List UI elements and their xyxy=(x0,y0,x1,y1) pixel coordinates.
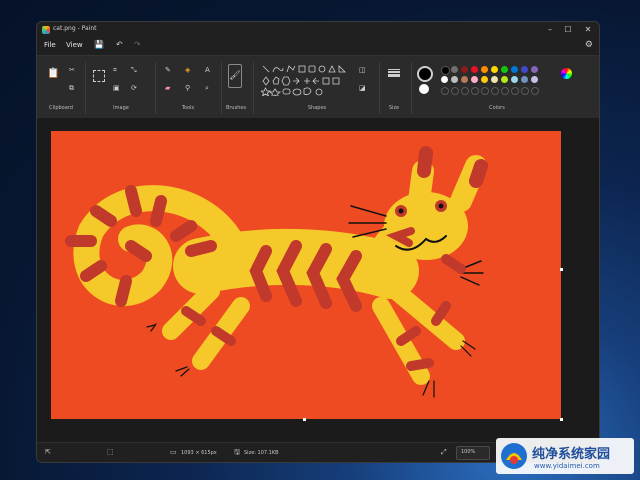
palette-color-swatch[interactable] xyxy=(451,76,458,83)
primary-color-swatch[interactable] xyxy=(417,66,433,82)
custom-color-slot[interactable] xyxy=(451,87,459,95)
ribbon-divider xyxy=(221,62,222,114)
palette-color-swatch[interactable] xyxy=(471,76,478,83)
outline-icon[interactable]: ◫ xyxy=(359,66,366,74)
palette-color-swatch[interactable] xyxy=(481,76,488,83)
palette-color-swatch[interactable] xyxy=(531,76,538,83)
custom-color-slot[interactable] xyxy=(531,87,539,95)
rotate-icon[interactable]: ⟳ xyxy=(131,84,137,92)
window-title: cat.png - Paint xyxy=(53,25,97,32)
palette-color-swatch[interactable] xyxy=(451,66,458,73)
canvas-size-icon: ▭ xyxy=(170,448,177,456)
watermark-url: www.yidaimei.com xyxy=(534,462,600,470)
group-label-image: Image xyxy=(113,105,129,111)
eraser-icon[interactable]: ▰ xyxy=(165,84,170,92)
palette-color-swatch[interactable] xyxy=(501,66,508,73)
copy-icon[interactable]: ⧉ xyxy=(69,84,74,92)
ribbon-divider xyxy=(253,62,254,114)
group-label-tools: Tools xyxy=(181,105,195,111)
minimize-button[interactable]: – xyxy=(540,22,560,38)
color-picker-icon[interactable]: ⚲ xyxy=(185,84,190,92)
custom-color-slot[interactable] xyxy=(511,87,519,95)
edit-colors-icon[interactable] xyxy=(561,68,572,79)
custom-color-slot[interactable] xyxy=(521,87,529,95)
palette-color-swatch[interactable] xyxy=(481,66,488,73)
cut-icon[interactable]: ✂ xyxy=(69,66,75,74)
paste-icon[interactable]: 📋 xyxy=(47,69,59,79)
custom-color-slot[interactable] xyxy=(501,87,509,95)
palette-color-swatch[interactable] xyxy=(471,66,478,73)
custom-color-slot[interactable] xyxy=(481,87,489,95)
menu-bar: File View 💾 ↶ ↷ xyxy=(37,38,599,54)
palette-color-swatch[interactable] xyxy=(441,66,450,75)
brush-icon[interactable]: 🖌 xyxy=(228,64,242,88)
custom-color-slot[interactable] xyxy=(441,87,449,95)
watermark: 纯净系统家园 www.yidaimei.com xyxy=(496,438,634,474)
undo-icon[interactable]: ↶ xyxy=(116,40,123,50)
palette-color-swatch[interactable] xyxy=(491,76,498,83)
cursor-position-icon: ⇱ xyxy=(45,448,51,456)
group-label-clipboard: Clipboard xyxy=(49,105,73,111)
group-label-size: Size xyxy=(388,105,400,111)
selection-size-icon: ⬚ xyxy=(107,448,114,456)
redo-icon[interactable]: ↷ xyxy=(134,40,141,50)
maximize-button[interactable]: ☐ xyxy=(558,22,578,38)
canvas-resize-handle-right[interactable] xyxy=(560,268,563,271)
group-label-brushes: Brushes xyxy=(225,105,247,111)
line-size-icon[interactable] xyxy=(388,68,400,78)
group-label-shapes: Shapes xyxy=(307,105,327,111)
ribbon-divider xyxy=(155,62,156,114)
paint-app-icon xyxy=(42,26,50,34)
shapes-gallery-icon[interactable] xyxy=(261,64,351,96)
ribbon-divider xyxy=(85,62,86,114)
zoom-level: 100% xyxy=(461,449,476,455)
watermark-logo-icon xyxy=(501,443,527,469)
zoom-select[interactable]: 100% xyxy=(456,446,490,460)
custom-color-slot[interactable] xyxy=(491,87,499,95)
palette-color-swatch[interactable] xyxy=(461,76,468,83)
palette-color-swatch[interactable] xyxy=(511,76,518,83)
drawing-canvas[interactable] xyxy=(51,131,561,419)
file-size: Size: 107.1KB xyxy=(244,450,279,456)
palette-color-swatch[interactable] xyxy=(491,66,498,73)
file-size-icon: 🖫 xyxy=(234,448,240,456)
palette-color-swatch[interactable] xyxy=(521,66,528,73)
group-label-colors: Colors xyxy=(489,105,505,111)
fit-to-window-icon[interactable]: ⤢ xyxy=(441,448,447,457)
settings-gear-icon[interactable]: ⚙ xyxy=(585,40,593,50)
canvas-dimensions: 1093 × 615px xyxy=(181,450,217,456)
close-button[interactable]: ✕ xyxy=(578,22,598,38)
canvas-resize-handle-corner[interactable] xyxy=(560,418,563,421)
menu-view[interactable]: View xyxy=(66,41,83,49)
select-icon[interactable] xyxy=(93,70,105,82)
ribbon-divider xyxy=(379,62,380,114)
image-resize-icon[interactable]: ▣ xyxy=(113,84,120,92)
pencil-icon[interactable]: ✎ xyxy=(165,66,171,74)
palette-color-swatch[interactable] xyxy=(521,76,528,83)
text-icon[interactable]: A xyxy=(205,66,210,74)
palette-color-swatch[interactable] xyxy=(441,76,448,83)
canvas-resize-handle-bottom[interactable] xyxy=(303,418,306,421)
cat-illustration xyxy=(65,146,488,398)
title-bar: cat.png - Paint – ☐ ✕ xyxy=(37,22,599,38)
ribbon-divider xyxy=(411,62,412,114)
paint-window: cat.png - Paint – ☐ ✕ File View 💾 ↶ ↷ ⚙ … xyxy=(36,21,600,463)
resize-icon[interactable]: ⤡ xyxy=(131,66,137,74)
palette-color-swatch[interactable] xyxy=(531,66,538,73)
palette-color-swatch[interactable] xyxy=(501,76,508,83)
palette-color-swatch[interactable] xyxy=(461,66,468,73)
save-icon[interactable]: 💾 xyxy=(94,40,104,50)
secondary-color-swatch[interactable] xyxy=(419,84,429,94)
crop-icon[interactable]: ⌗ xyxy=(113,66,117,74)
palette-color-swatch[interactable] xyxy=(511,66,518,73)
menu-file[interactable]: File xyxy=(44,41,56,49)
magnifier-icon[interactable]: ⌕ xyxy=(205,84,209,92)
custom-color-slot[interactable] xyxy=(471,87,479,95)
fill-icon[interactable]: ◈ xyxy=(185,66,190,74)
custom-color-slot[interactable] xyxy=(461,87,469,95)
fill-shape-icon[interactable]: ◪ xyxy=(359,84,366,92)
watermark-title: 纯净系统家园 xyxy=(532,447,611,462)
ribbon: 📋 ✂ ⧉ Clipboard ⌗ ⤡ ▣ ⟳ Image ✎ ◈ A ▰ ⚲ … xyxy=(37,55,599,119)
workspace xyxy=(37,118,599,442)
